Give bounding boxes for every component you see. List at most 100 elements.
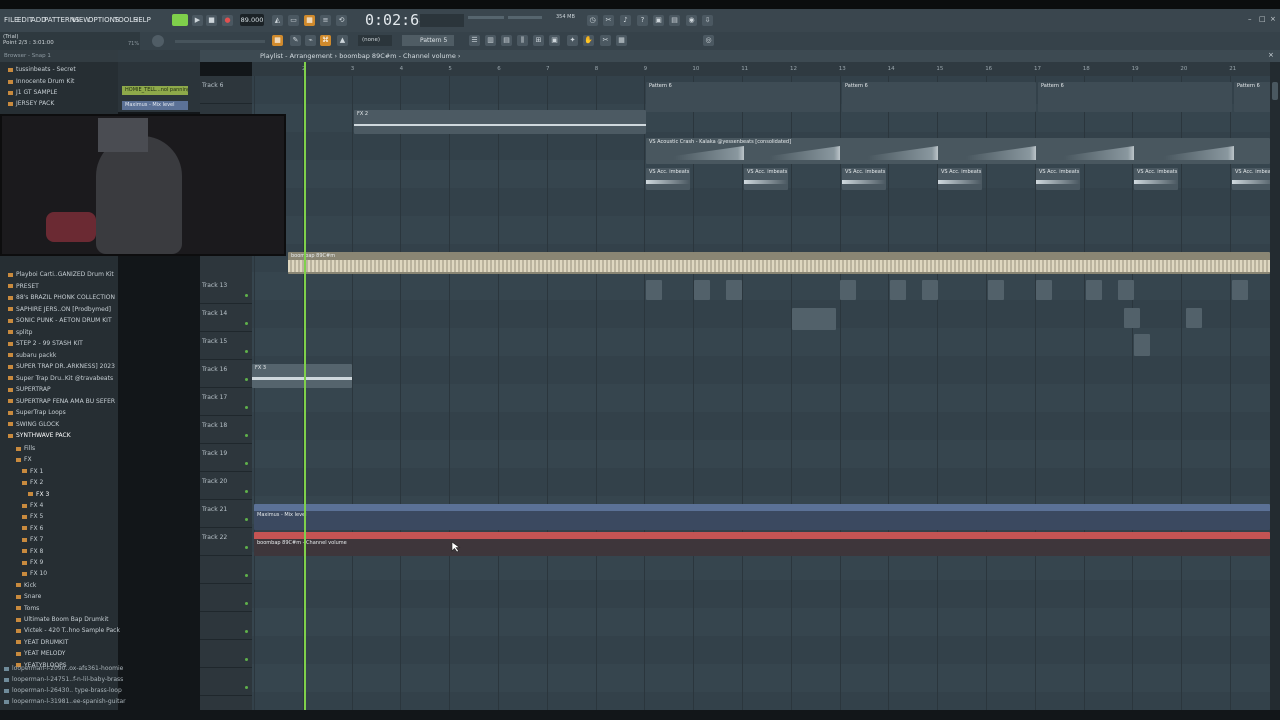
scissors-icon[interactable]: ✂ (600, 35, 611, 46)
mixer-icon[interactable]: ⫼ (517, 35, 528, 46)
cpu-icon[interactable]: ◷ (587, 15, 598, 26)
audio-clip-fx3[interactable]: FX 3 (252, 364, 352, 388)
track-lane[interactable] (252, 188, 1270, 217)
timeline-ruler[interactable]: 23456789101112131415161718192021 (252, 62, 1270, 76)
audio-clip-acc[interactable]: VS Acc. imbeats (1134, 168, 1178, 190)
metronome-icon[interactable]: ◭ (272, 15, 283, 26)
browser-subitem[interactable]: FX 9 (22, 559, 43, 566)
browser-item[interactable]: 88's BRAZIL PHONK COLLECTION (8, 294, 115, 301)
track-enable-led[interactable] (245, 658, 248, 661)
playhead[interactable] (304, 62, 306, 710)
track-header[interactable]: Track 17 (200, 388, 252, 416)
browser-subitem[interactable]: FX 3 (28, 491, 49, 498)
track-header[interactable]: Track 18 (200, 416, 252, 444)
snap-selector[interactable]: (none) (358, 35, 392, 46)
audio-clip-hit[interactable] (840, 280, 856, 300)
browser-subitem[interactable]: FX 10 (22, 570, 47, 577)
browser-file[interactable]: looperman-l-26430.. type-brass-loop (4, 687, 122, 694)
track-enable-led[interactable] (245, 434, 248, 437)
audio-clip-hit[interactable] (1186, 308, 1202, 328)
audio-clip-crash[interactable]: VS Acoustic Crash - Kalaka @yessenbeats … (646, 138, 1270, 164)
track-header[interactable]: Track 21 (200, 500, 252, 528)
audio-clip-hit[interactable] (646, 280, 662, 300)
automation-clip-maximus[interactable]: Maximus - Mix level (254, 504, 1270, 530)
link-icon[interactable]: ⌘ (320, 35, 331, 46)
pencil-icon[interactable]: ✎ (290, 35, 301, 46)
track-lane[interactable] (252, 692, 1270, 710)
track-header[interactable] (200, 584, 252, 612)
track-header[interactable] (200, 640, 252, 668)
stop-icon[interactable]: ■ (206, 15, 217, 26)
menu-help[interactable]: HELP (133, 16, 151, 24)
track-header[interactable] (200, 556, 252, 584)
browser-item[interactable]: SUPERTRAP FENA AMA BU SEFER (8, 398, 115, 405)
browser-subitem[interactable]: Ultimate Boom Bap Drumkit (16, 616, 109, 623)
audio-clip-acc[interactable]: VS Acc. imbeats (744, 168, 788, 190)
audio-clip-hit[interactable] (890, 280, 906, 300)
track-enable-led[interactable] (245, 686, 248, 689)
audio-clip-hit[interactable] (922, 280, 938, 300)
pin-icon[interactable]: ✦ (567, 35, 578, 46)
track-lane[interactable] (252, 412, 1270, 441)
track-enable-led[interactable] (245, 630, 248, 633)
track-header[interactable]: Track 15 (200, 332, 252, 360)
browser-file[interactable]: looperman-l-31981..ee-spanish-guitar (4, 698, 126, 705)
playlist-icon[interactable]: ☰ (469, 35, 480, 46)
browser-icon[interactable]: ▣ (549, 35, 560, 46)
pitch-knob[interactable] (152, 35, 164, 47)
track-enable-led[interactable] (245, 462, 248, 465)
track-enable-led[interactable] (245, 546, 248, 549)
browser-item[interactable]: SAPHIRE JERS..ON [Prodbymed] (8, 306, 111, 313)
audio-clip-hit[interactable] (1118, 280, 1134, 300)
track-header[interactable]: Track 6 (200, 76, 252, 104)
track-lane[interactable] (252, 580, 1270, 609)
track-lane[interactable] (252, 608, 1270, 637)
pattern-selector[interactable]: Pattern 5 (402, 35, 454, 46)
browser-subitem[interactable]: Victek - 420 T..hno Sample Pack (16, 627, 120, 634)
track-header[interactable] (200, 612, 252, 640)
playlist-grid[interactable]: Pattern 6 Pattern 6 Pattern 6 Pattern 6 FX 2… (252, 76, 1270, 710)
browser-item[interactable]: STEP 2 - 99 STASH KIT (8, 340, 83, 347)
channel-clip-b[interactable]: Maximus - Mix level (122, 101, 188, 110)
browser-item[interactable]: SuperTrap Loops (8, 409, 66, 416)
track-header[interactable]: Track 19 (200, 444, 252, 472)
wait-icon[interactable]: ▭ (288, 15, 299, 26)
save-icon[interactable]: ▣ (653, 15, 664, 26)
track-header[interactable]: Track 14 (200, 304, 252, 332)
pattern-clip[interactable]: Pattern 6 (1234, 82, 1270, 112)
browser-item[interactable]: SWING GLOCK (8, 421, 59, 428)
plugin-db-icon[interactable]: ⊞ (533, 35, 544, 46)
browser-subitem[interactable]: FX 6 (22, 525, 43, 532)
browser-item[interactable]: subaru packk (8, 352, 56, 359)
brush-icon[interactable]: ⌁ (305, 35, 316, 46)
master-volume-slider[interactable] (468, 16, 504, 19)
countdown-icon[interactable]: ▦ (304, 15, 315, 26)
pattern-clip[interactable]: Pattern 6 (1038, 82, 1232, 112)
browser-subitem[interactable]: Toms (16, 605, 39, 612)
browser-item[interactable]: Playboi Carti..GANIZED Drum Kit (8, 271, 114, 278)
track-enable-led[interactable] (245, 294, 248, 297)
track-header[interactable]: Track 20 (200, 472, 252, 500)
track-lane[interactable] (252, 216, 1270, 245)
pattern-clip[interactable]: Pattern 6 (646, 82, 840, 112)
browser-item[interactable]: SUPERTRAP (8, 386, 51, 393)
channel-rack-icon[interactable]: ▤ (501, 35, 512, 46)
audio-clip-hit[interactable] (988, 280, 1004, 300)
track-lane[interactable] (252, 384, 1270, 413)
audio-clip-fx2[interactable]: FX 2 (354, 110, 646, 134)
minimize-icon[interactable]: – (1248, 15, 1256, 23)
tempo-display[interactable]: 89.000 (240, 14, 264, 26)
track-lane[interactable] (252, 328, 1270, 357)
piano-roll-icon[interactable]: ▥ (485, 35, 496, 46)
mic-icon[interactable]: ♪ (620, 15, 631, 26)
track-header[interactable]: Track 16 (200, 360, 252, 388)
audio-clip-hit[interactable] (1134, 334, 1150, 356)
snap-icon[interactable]: ▦ (272, 35, 283, 46)
browser-subitem[interactable]: FX 7 (22, 536, 43, 543)
record-icon[interactable]: ● (222, 15, 233, 26)
audio-clip-hit[interactable] (1232, 280, 1248, 300)
browser-subitem[interactable]: Snare (16, 593, 41, 600)
audio-clip-chop[interactable] (792, 308, 836, 330)
track-lane[interactable] (252, 636, 1270, 665)
browser-subitem[interactable]: FX 2 (22, 479, 43, 486)
